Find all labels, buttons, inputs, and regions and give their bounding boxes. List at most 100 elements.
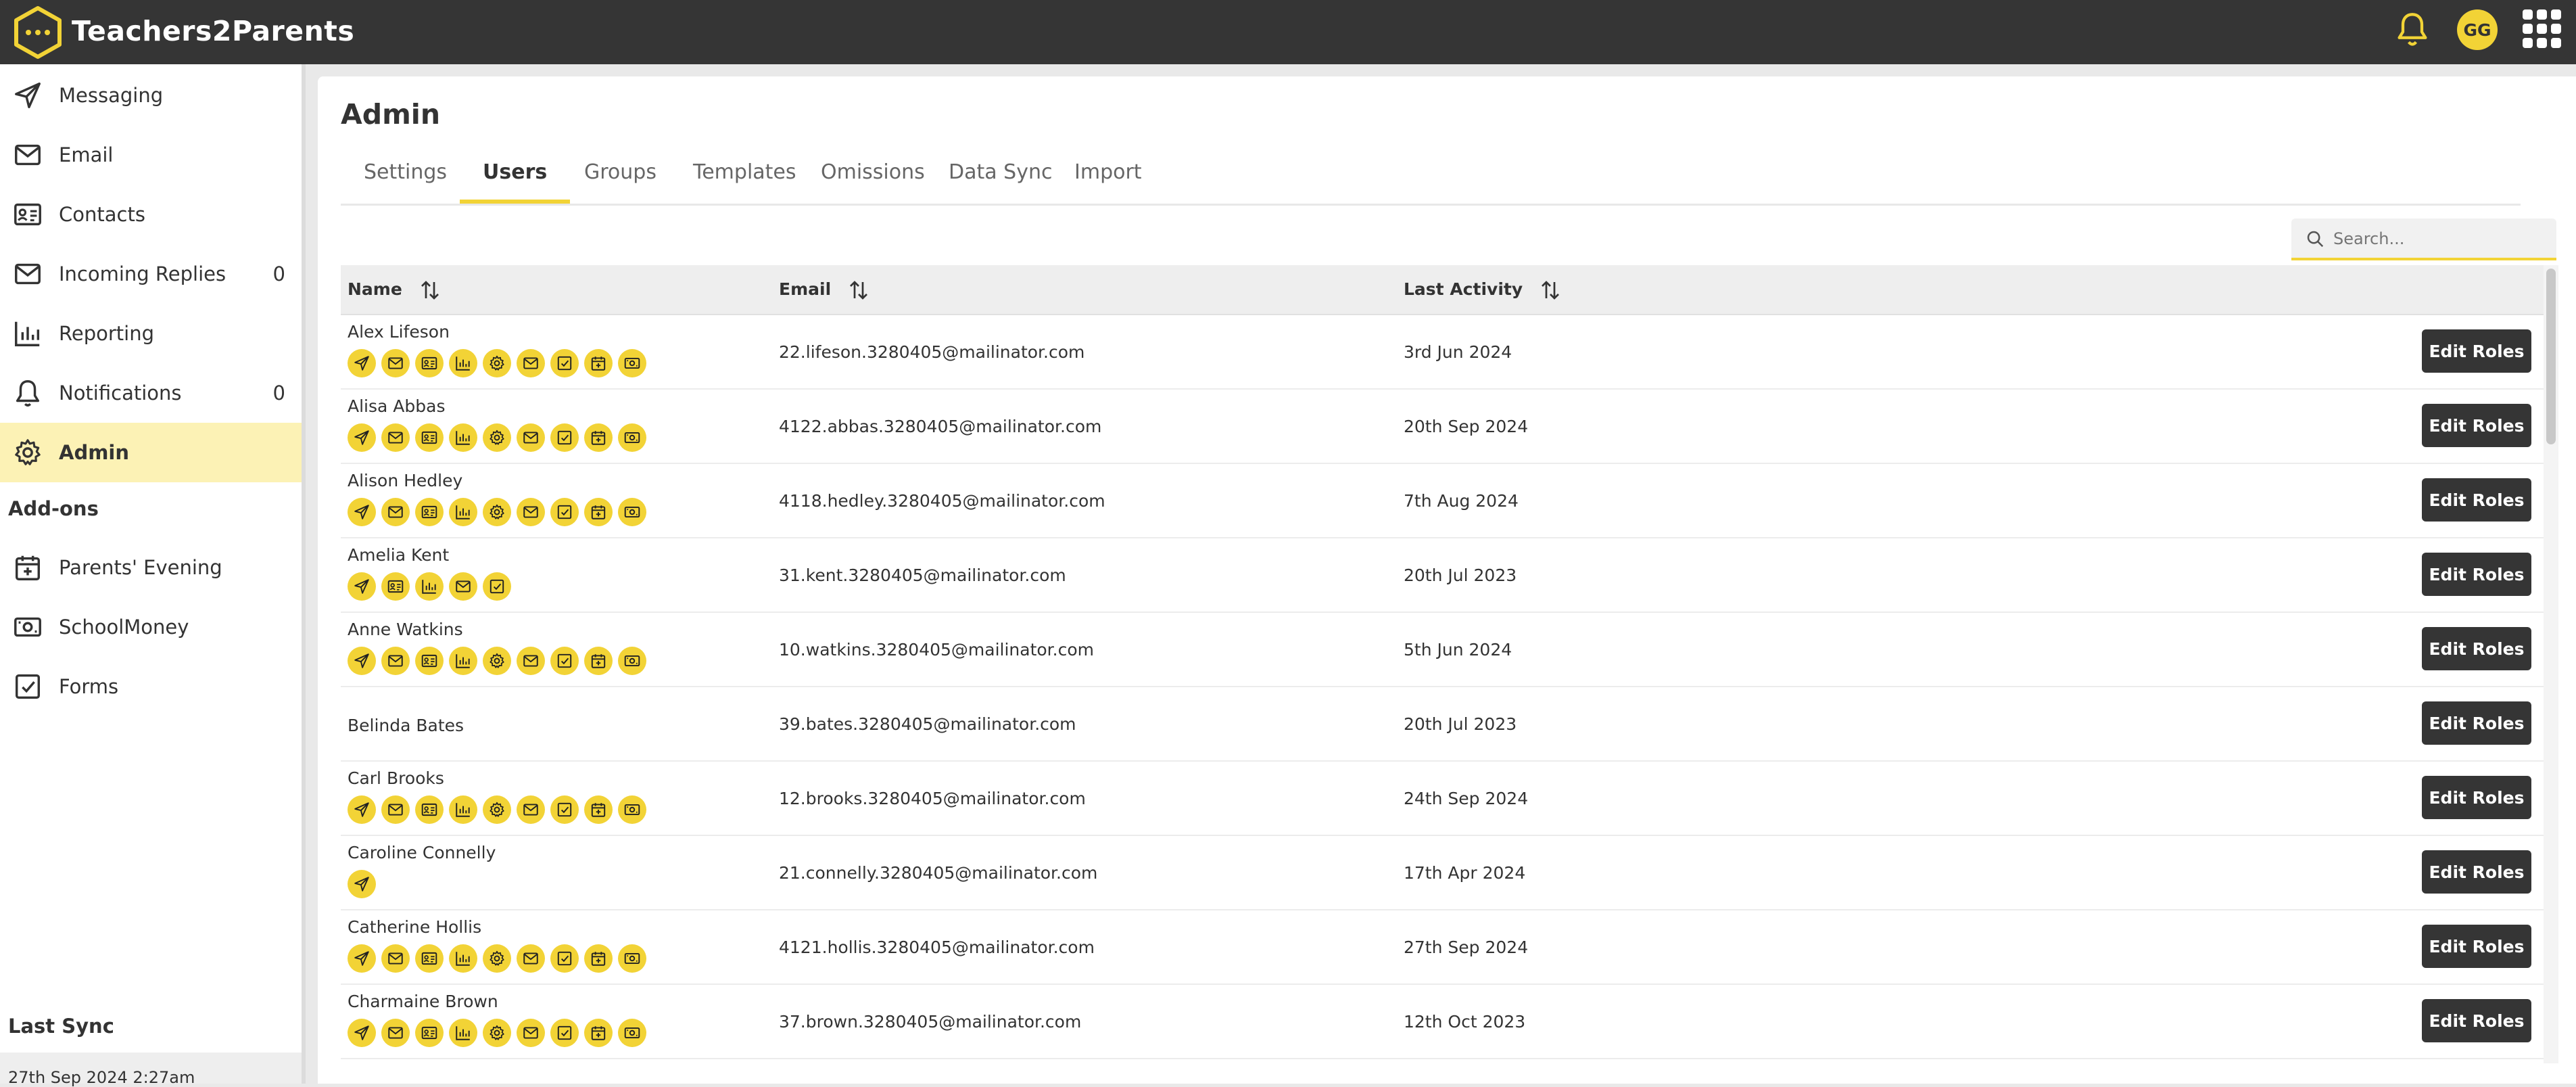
table-row: Catherine Hollis 4121.hollis.3280405@mail… (341, 909, 2544, 985)
column-label: Email (779, 279, 832, 299)
tab-groups[interactable]: Groups (561, 141, 679, 204)
table-row: Alison Hedley 4118.hedley.3280405@mailina… (341, 463, 2544, 538)
notifications-bell-icon[interactable] (2395, 11, 2430, 49)
mail-icon (523, 804, 538, 816)
edit-roles-button[interactable]: Edit Roles (2422, 850, 2531, 894)
role-badge (381, 795, 410, 824)
sidebar-item-contacts[interactable]: Contacts (0, 185, 302, 244)
user-name: Catherine Hollis (348, 917, 482, 937)
checkbox-icon (557, 1025, 572, 1040)
bar-chart-icon (456, 951, 471, 966)
bar-chart-icon (15, 321, 41, 346)
sidebar-item-label: Parents' Evening (59, 556, 222, 579)
app-title: Teachers2Parents (72, 15, 355, 47)
edit-roles-button[interactable]: Edit Roles (2422, 553, 2531, 596)
sidebar-item-forms[interactable]: Forms (0, 657, 302, 716)
edit-roles-button[interactable]: Edit Roles (2422, 478, 2531, 522)
mail-icon (523, 655, 538, 667)
user-name: Charmaine Brown (348, 992, 498, 1011)
role-badge (618, 498, 646, 526)
mail-icon (388, 655, 403, 667)
sidebar-item-messaging[interactable]: Messaging (0, 66, 302, 125)
role-icons (348, 795, 652, 824)
sidebar-item-parents-evening[interactable]: Parents' Evening (0, 538, 302, 597)
edit-roles-button[interactable]: Edit Roles (2422, 776, 2531, 819)
bar-chart-icon (456, 653, 471, 668)
role-badge (381, 944, 410, 973)
gear-icon (490, 355, 504, 371)
role-badge (584, 795, 613, 824)
money-icon (624, 1027, 640, 1039)
sidebar-item-email[interactable]: Email (0, 125, 302, 185)
column-label: Name (348, 279, 402, 299)
money-icon (14, 617, 41, 637)
edit-roles-button[interactable]: Edit Roles (2422, 701, 2531, 745)
contact-card-icon (421, 505, 437, 519)
role-badge (348, 498, 376, 526)
calendar-icon (591, 430, 606, 445)
sidebar: Messaging Email Contacts Incoming Replie… (0, 64, 306, 1084)
checkbox-icon (490, 579, 504, 594)
edit-roles-button[interactable]: Edit Roles (2422, 925, 2531, 968)
money-icon (624, 804, 640, 816)
role-badge (584, 498, 613, 526)
role-badge (483, 944, 511, 973)
tab-import[interactable]: Import (1051, 141, 1165, 204)
table-row: Caroline Connelly 21.connelly.3280405@mai… (341, 835, 2544, 910)
tab-templates[interactable]: Templates (670, 141, 819, 204)
notifications-count: 0 (272, 381, 285, 404)
column-header-name[interactable]: Name (348, 265, 442, 314)
role-badge (415, 944, 444, 973)
tab-settings[interactable]: Settings (341, 141, 470, 204)
sidebar-item-schoolmoney[interactable]: SchoolMoney (0, 597, 302, 657)
gear-icon (490, 950, 504, 966)
column-header-email[interactable]: Email (779, 265, 871, 314)
role-badge (348, 795, 376, 824)
app-logo-icon[interactable] (12, 4, 64, 61)
role-badge (517, 423, 545, 452)
table-row: Charmaine Brown 37.brown.3280405@mailinat… (341, 984, 2544, 1059)
tab-users[interactable]: Users (460, 141, 571, 204)
role-badge (618, 349, 646, 377)
role-badge (415, 647, 444, 675)
user-email: 31.kent.3280405@mailinator.com (779, 565, 1066, 585)
table-row: Alisa Abbas 4122.abbas.3280405@mailinator… (341, 388, 2544, 464)
user-email: 37.brown.3280405@mailinator.com (779, 1012, 1082, 1032)
money-icon (624, 655, 640, 667)
bar-chart-icon (422, 579, 437, 594)
contact-card-icon (421, 952, 437, 965)
role-badge (550, 1019, 579, 1047)
mail-icon (523, 432, 538, 444)
search-input[interactable] (2332, 224, 2544, 254)
role-badge (483, 1019, 511, 1047)
role-badge (415, 1019, 444, 1047)
sidebar-item-admin[interactable]: Admin (0, 423, 302, 482)
mail-icon (388, 804, 403, 816)
edit-roles-button[interactable]: Edit Roles (2422, 999, 2531, 1042)
sidebar-item-incoming-replies[interactable]: Incoming Replies 0 (0, 244, 302, 304)
edit-roles-button[interactable]: Edit Roles (2422, 627, 2531, 670)
table-scrollbar-thumb[interactable] (2546, 269, 2556, 444)
column-header-last-activity[interactable]: Last Activity (1404, 265, 1563, 314)
send-icon (354, 579, 369, 594)
role-badge (483, 572, 511, 601)
app-grid-icon[interactable] (2521, 8, 2563, 50)
user-email: 21.connelly.3280405@mailinator.com (779, 863, 1098, 883)
role-badge (550, 647, 579, 675)
last-sync-value: 27th Sep 2024 2:27am (8, 1068, 195, 1087)
role-icons (348, 349, 652, 377)
user-avatar[interactable]: GG (2457, 9, 2498, 50)
edit-roles-button[interactable]: Edit Roles (2422, 329, 2531, 373)
role-badge (483, 647, 511, 675)
search-box[interactable] (2291, 218, 2556, 260)
sidebar-item-reporting[interactable]: Reporting (0, 304, 302, 363)
calendar-icon (591, 653, 606, 668)
gear-icon (490, 653, 504, 668)
addons-heading: Add-ons (8, 497, 99, 520)
money-icon (624, 952, 640, 965)
edit-roles-button[interactable]: Edit Roles (2422, 404, 2531, 447)
sidebar-item-notifications[interactable]: Notifications 0 (0, 363, 302, 423)
user-last-activity: 7th Aug 2024 (1404, 491, 1519, 511)
checkbox-icon (557, 505, 572, 519)
table-row: Alex Lifeson 22.lifeson.3280405@mailinato… (341, 314, 2544, 390)
